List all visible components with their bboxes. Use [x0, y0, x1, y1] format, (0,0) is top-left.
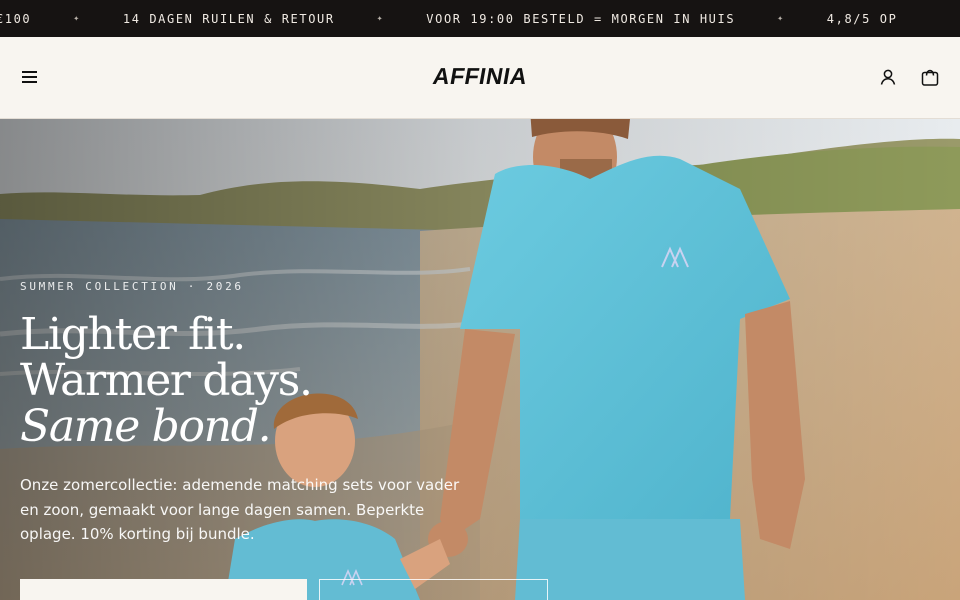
headline-line: Lighter fit. — [20, 309, 246, 360]
announcement-track: VANAF €100 ✦ 14 DAGEN RUILEN & RETOUR ✦ … — [0, 0, 897, 37]
user-icon[interactable] — [877, 66, 899, 88]
announcement-bar: VANAF €100 ✦ 14 DAGEN RUILEN & RETOUR ✦ … — [0, 0, 960, 37]
announcement-item: VOOR 19:00 BESTELD = MORGEN IN HUIS — [426, 11, 736, 26]
headline-line-italic: Same bond. — [20, 401, 272, 452]
hero-headline: Lighter fit. Warmer days. Same bond. — [20, 309, 313, 452]
hero-eyebrow: SUMMER COLLECTION · 2026 — [20, 280, 244, 293]
hero-section: SUMMER COLLECTION · 2026 Lighter fit. Wa… — [0, 119, 960, 600]
hero-description: Onze zomercollectie: ademende matching s… — [20, 476, 460, 543]
announcement-item: 14 DAGEN RUILEN & RETOUR — [122, 11, 335, 26]
sparkle-icon: ✦ — [376, 13, 385, 24]
site-header: AFFINIA — [0, 37, 960, 119]
sparkle-icon: ✦ — [777, 13, 785, 24]
announcement-item: VANAF €100 — [0, 11, 32, 26]
brand-logo[interactable]: AFFINIA — [377, 63, 582, 93]
shopping-bag-icon[interactable] — [919, 66, 941, 88]
sparkle-icon: ✦ — [73, 13, 81, 24]
hamburger-icon[interactable] — [21, 68, 39, 84]
primary-cta-button[interactable] — [20, 579, 307, 600]
headline-line: Warmer days. — [20, 355, 313, 406]
secondary-cta-button[interactable] — [319, 579, 548, 600]
announcement-item: 4,8/5 OP — [826, 11, 898, 26]
